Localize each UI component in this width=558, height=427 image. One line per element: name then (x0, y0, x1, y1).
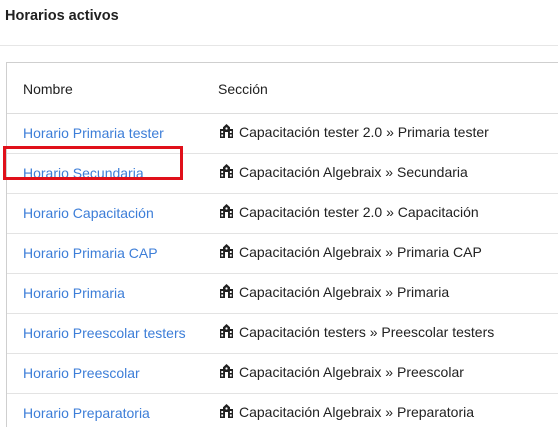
school-building-icon (220, 164, 233, 178)
name-cell: Horario Capacitación (7, 193, 218, 233)
section-cell: Capacitación Algebraix » Primaria (218, 273, 558, 313)
school-building-icon (220, 364, 233, 378)
school-building-icon (220, 204, 233, 218)
table-row: Horario Capacitación Capacitación tester… (7, 193, 558, 233)
table-row: Horario Preescolar testers Capacitación … (7, 313, 558, 353)
section-cell: Capacitación Algebraix » Preescolar (218, 353, 558, 393)
section-text: Capacitación Algebraix » Preparatoria (239, 404, 475, 421)
school-building-icon (220, 324, 233, 338)
section-cell: Capacitación Algebraix » Primaria CAP (218, 233, 558, 273)
section-wrapper: Capacitación testers » Preescolar tester… (218, 324, 494, 340)
page: Horarios activos Nombre Sección Horario … (0, 0, 558, 427)
section-wrapper: Capacitación tester 2.0 » Primaria teste… (218, 124, 489, 140)
schedule-name-link[interactable]: Horario Capacitación (23, 205, 154, 221)
section-cell: Capacitación tester 2.0 » Primaria teste… (218, 113, 558, 153)
table-body: Horario Primaria tester Capacitación tes… (7, 113, 558, 427)
title-divider (0, 45, 558, 46)
school-building-icon (220, 404, 233, 419)
schedule-name-link[interactable]: Horario Primaria CAP (23, 245, 158, 261)
section-wrapper: Capacitación tester 2.0 » Capacitación (218, 204, 479, 220)
school-building-icon (220, 284, 233, 298)
table-row: Horario Primaria CAP Capacitación Algebr… (7, 233, 558, 273)
table-row: Horario Primaria Capacitación Algebraix … (7, 273, 558, 313)
table-row: Horario Primaria tester Capacitación tes… (7, 113, 558, 153)
section-text: Capacitación Algebraix » Primaria (239, 284, 450, 300)
schedule-name-link[interactable]: Horario Primaria (23, 285, 125, 301)
section-text: Capacitación Algebraix » Primaria CAP (239, 244, 482, 260)
name-cell: Horario Primaria (7, 273, 218, 313)
schedule-name-link[interactable]: Horario Preescolar (23, 365, 140, 381)
name-cell: Horario Preescolar testers (7, 313, 218, 353)
column-header-name: Nombre (23, 80, 73, 97)
section-wrapper: Capacitación Algebraix » Preescolar (218, 364, 464, 380)
name-cell: Horario Preparatoria (7, 393, 218, 427)
name-cell: Horario Secundaria (7, 153, 218, 193)
school-building-icon (220, 244, 233, 258)
name-cell: Horario Primaria CAP (7, 233, 218, 273)
section-text: Capacitación Algebraix » Secundaria (239, 164, 468, 180)
section-cell: Capacitación tester 2.0 » Capacitación (218, 193, 558, 233)
table-row: Horario Secundaria Capacitación Algebrai… (7, 153, 558, 193)
section-cell: Capacitación testers » Preescolar tester… (218, 313, 558, 353)
table-row: Horario Preescolar Capacitación Algebrai… (7, 353, 558, 393)
column-header-section: Sección (218, 80, 268, 97)
schedule-name-link[interactable]: Horario Preparatoria (23, 405, 150, 421)
schedules-table-card: Nombre Sección Horario Primaria tester C… (6, 62, 558, 427)
section-text: Capacitación tester 2.0 » Capacitación (239, 204, 479, 220)
section-wrapper: Capacitación Algebraix » Preparatoria (218, 404, 474, 420)
table-header-row: Nombre Sección (7, 63, 558, 113)
section-wrapper: Capacitación Algebraix » Secundaria (218, 164, 468, 180)
section-text: Capacitación tester 2.0 » Primaria teste… (239, 124, 489, 140)
schedule-name-link[interactable]: Horario Secundaria (23, 165, 144, 181)
school-building-icon (220, 124, 233, 138)
section-text: Capacitación Algebraix » Preescolar (239, 364, 464, 380)
section-wrapper: Capacitación Algebraix » Primaria CAP (218, 244, 482, 260)
schedule-name-link[interactable]: Horario Preescolar testers (23, 325, 186, 341)
name-cell: Horario Primaria tester (7, 113, 218, 153)
section-text: Capacitación testers » Preescolar tester… (239, 324, 495, 340)
section-cell: Capacitación Algebraix » Preparatoria (218, 393, 558, 427)
section-wrapper: Capacitación Algebraix » Primaria (218, 284, 449, 300)
schedules-table: Nombre Sección Horario Primaria tester C… (7, 63, 558, 427)
schedule-name-link[interactable]: Horario Primaria tester (23, 125, 164, 141)
table-row: Horario Preparatoria Capacitación Algebr… (7, 393, 558, 427)
page-title: Horarios activos (5, 8, 119, 24)
section-cell: Capacitación Algebraix » Secundaria (218, 153, 558, 193)
name-cell: Horario Preescolar (7, 353, 218, 393)
